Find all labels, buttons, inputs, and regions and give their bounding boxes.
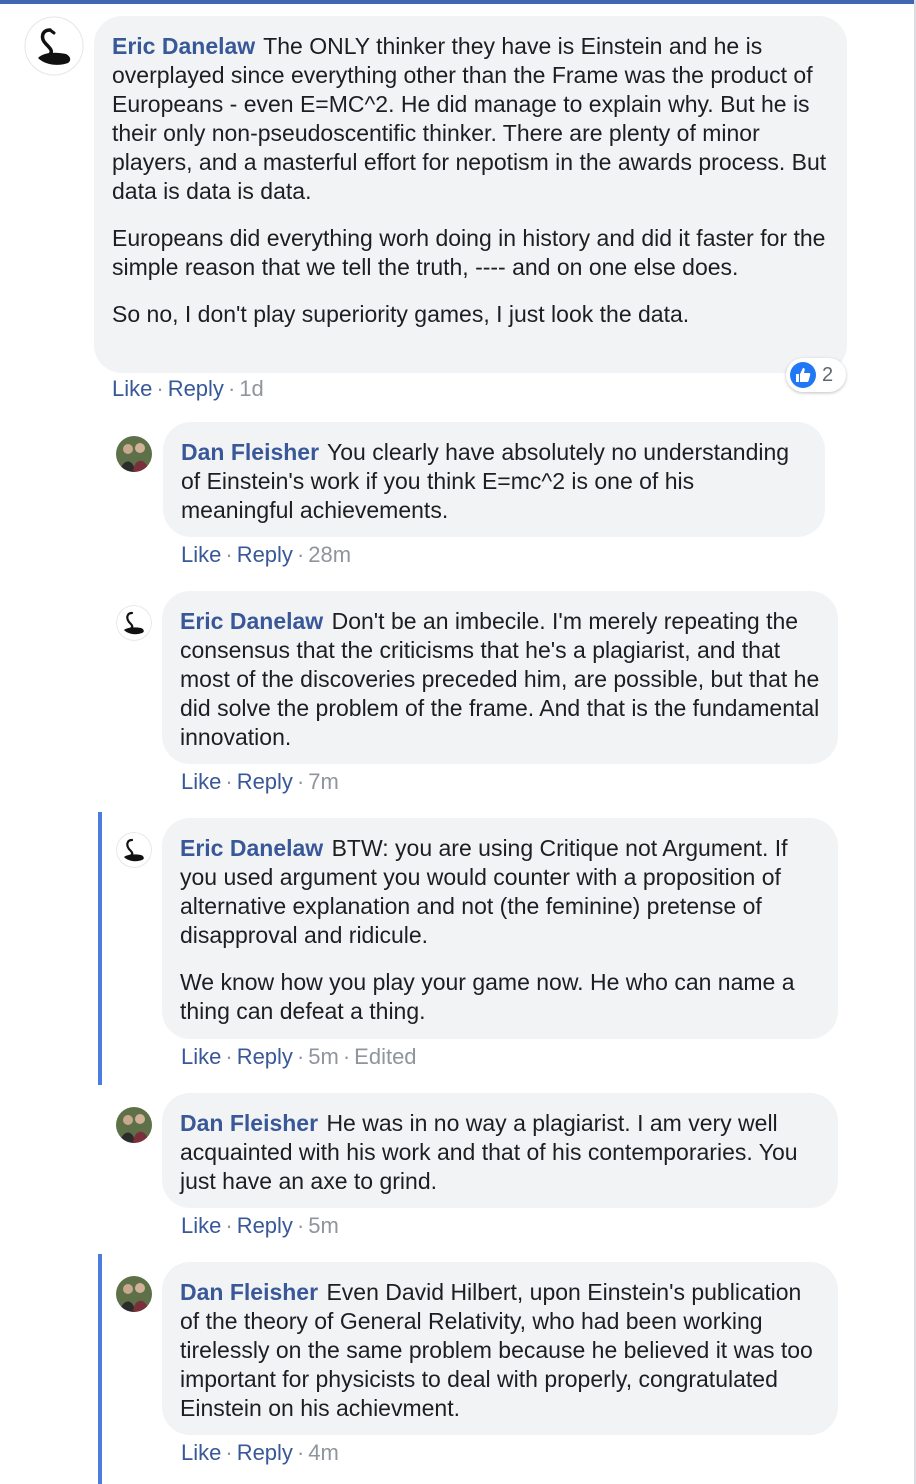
comment-author[interactable]: Dan Fleisher — [181, 439, 319, 465]
comment-bubble: Eric Danelaw Don't be an imbecile. I'm m… — [162, 591, 838, 764]
comment-author[interactable]: Dan Fleisher — [180, 1279, 318, 1305]
separator: · — [225, 542, 233, 567]
comment-author[interactable]: Eric Danelaw — [112, 33, 255, 59]
reply-thread-line — [98, 812, 102, 1085]
separator: · — [296, 1440, 305, 1465]
black-swan-icon — [24, 16, 84, 76]
reply-button[interactable]: Reply — [237, 1044, 293, 1069]
black-swan-icon — [116, 832, 152, 868]
comment-author[interactable]: Eric Danelaw — [180, 835, 323, 861]
comment-actions: Like · Reply · 28m — [181, 542, 351, 568]
timestamp[interactable]: 5m — [308, 1213, 339, 1238]
reaction-summary[interactable]: 2 — [786, 358, 846, 392]
avatar-dan-fleisher[interactable] — [116, 1276, 152, 1312]
separator: · — [296, 542, 305, 567]
comment-text: Europeans did everything worh doing in h… — [112, 225, 826, 280]
avatar-dan-fleisher[interactable] — [116, 436, 152, 472]
profile-photo — [116, 1276, 152, 1312]
like-button[interactable]: Like — [181, 769, 221, 794]
avatar-eric-danelaw[interactable] — [116, 605, 152, 641]
comment-bubble: Eric Danelaw The ONLY thinker they have … — [94, 16, 847, 373]
like-button[interactable]: Like — [181, 1213, 221, 1238]
timestamp[interactable]: 28m — [308, 542, 351, 567]
separator: · — [296, 1213, 305, 1238]
separator: · — [225, 1044, 233, 1069]
comment-author[interactable]: Dan Fleisher — [180, 1110, 318, 1136]
comment-actions: Like · Reply · 5m · Edited — [181, 1044, 417, 1070]
comment-bubble: Eric Danelaw BTW: you are using Critique… — [162, 818, 838, 1039]
avatar-dan-fleisher[interactable] — [116, 1107, 152, 1143]
like-button[interactable]: Like — [181, 1440, 221, 1465]
thumbs-up-icon — [790, 362, 816, 388]
edited-label[interactable]: Edited — [354, 1044, 416, 1069]
comment-bubble: Dan Fleisher Even David Hilbert, upon Ei… — [162, 1262, 838, 1435]
avatar-eric-danelaw[interactable] — [24, 16, 84, 76]
reply-button[interactable]: Reply — [237, 1440, 293, 1465]
comment-text: So no, I don't play superiority games, I… — [112, 301, 690, 327]
separator: · — [296, 769, 305, 794]
comment-bubble: Dan Fleisher He was in no way a plagiari… — [162, 1093, 838, 1208]
reaction-count: 2 — [822, 363, 834, 386]
separator: · — [225, 769, 233, 794]
like-button[interactable]: Like — [181, 1044, 221, 1069]
like-button[interactable]: Like — [112, 376, 152, 401]
top-border — [0, 0, 916, 4]
timestamp[interactable]: 4m — [308, 1440, 339, 1465]
separator: · — [342, 1044, 351, 1069]
timestamp[interactable]: 1d — [239, 376, 263, 401]
avatar-eric-danelaw[interactable] — [116, 832, 152, 868]
separator: · — [227, 376, 236, 401]
comment-actions: Like · Reply · 1d — [112, 376, 264, 402]
like-button[interactable]: Like — [181, 542, 221, 567]
comment-actions: Like · Reply · 7m — [181, 769, 339, 795]
timestamp[interactable]: 5m — [308, 1044, 339, 1069]
reply-thread-line — [98, 1254, 102, 1484]
reply-button[interactable]: Reply — [237, 542, 293, 567]
separator: · — [225, 1213, 233, 1238]
timestamp[interactable]: 7m — [308, 769, 339, 794]
profile-photo — [116, 436, 152, 472]
reply-button[interactable]: Reply — [237, 769, 293, 794]
comment-author[interactable]: Eric Danelaw — [180, 608, 323, 634]
comment-actions: Like · Reply · 5m — [181, 1213, 339, 1239]
separator: · — [156, 376, 164, 401]
separator: · — [296, 1044, 305, 1069]
reply-button[interactable]: Reply — [168, 376, 224, 401]
comment-actions: Like · Reply · 4m — [181, 1440, 339, 1466]
separator: · — [225, 1440, 233, 1465]
reply-button[interactable]: Reply — [237, 1213, 293, 1238]
black-swan-icon — [116, 605, 152, 641]
comment-bubble: Dan Fleisher You clearly have absolutely… — [163, 422, 825, 537]
profile-photo — [116, 1107, 152, 1143]
comment-text: We know how you play your game now. He w… — [180, 969, 795, 1024]
